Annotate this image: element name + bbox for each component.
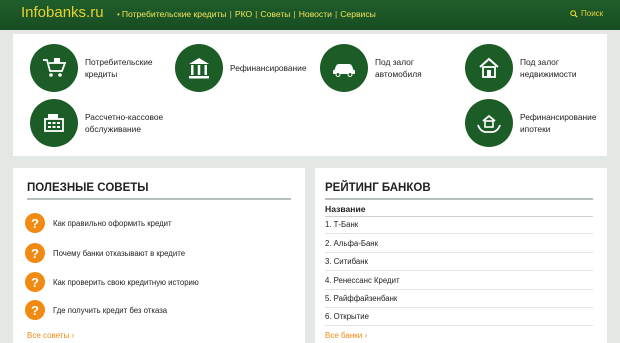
rating-row[interactable]: 6. Открытие xyxy=(325,312,593,326)
all-banks-link[interactable]: Все банки › xyxy=(325,331,367,340)
bank-rating-panel: РЕЙТИНГ БАНКОВ Название 1. Т-Банк 2. Аль… xyxy=(315,168,607,343)
nav-item-rko[interactable]: РКО xyxy=(235,9,252,19)
rating-row[interactable]: 1. Т-Банк xyxy=(325,220,593,234)
services-panel: Потребительские кредиты Рефинансирование … xyxy=(13,34,607,156)
rating-title: РЕЙТИНГ БАНКОВ xyxy=(325,182,431,194)
service-consumer-credits[interactable]: Потребительские кредиты xyxy=(30,44,153,92)
tips-panel: ПОЛЕЗНЫЕ СОВЕТЫ ? Как правильно оформить… xyxy=(13,168,305,343)
service-real-estate-loan[interactable]: Под залог недвижимости xyxy=(465,44,577,92)
nav-item-consumer-credits[interactable]: • Потребительские кредиты xyxy=(117,9,227,19)
rating-row[interactable]: 2. Альфа-Банк xyxy=(325,239,593,253)
question-icon: ? xyxy=(25,213,45,233)
service-cash-settlement[interactable]: Рассчетно-кассовое обслуживание xyxy=(30,99,163,147)
question-icon: ? xyxy=(25,300,45,320)
tip-item[interactable]: ? Где получить кредит без отказа xyxy=(25,300,167,320)
bank-icon xyxy=(175,44,223,92)
all-tips-link[interactable]: Все советы › xyxy=(27,331,74,340)
service-refinancing[interactable]: Рефинансирование xyxy=(175,44,307,92)
divider xyxy=(325,198,593,200)
house-hands-icon xyxy=(465,99,513,147)
search-icon xyxy=(570,9,578,18)
question-icon: ? xyxy=(25,243,45,263)
house-icon xyxy=(465,44,513,92)
nav-item-services[interactable]: Сервисы xyxy=(340,9,376,19)
question-icon: ? xyxy=(25,272,45,292)
rating-row[interactable]: 3. Ситибанк xyxy=(325,257,593,271)
nav-item-news[interactable]: Новости xyxy=(299,9,332,19)
tips-title: ПОЛЕЗНЫЕ СОВЕТЫ xyxy=(27,182,149,194)
main-nav: • Потребительские кредиты | РКО | Советы … xyxy=(117,9,376,19)
rating-row[interactable]: 5. Райффайзенбанк xyxy=(325,294,593,308)
search-label: Поиск xyxy=(581,9,604,18)
tip-item[interactable]: ? Как проверить свою кредитную историю xyxy=(25,272,199,292)
divider xyxy=(325,216,593,217)
cash-register-icon xyxy=(30,99,78,147)
divider xyxy=(27,198,291,200)
rating-column-header: Название xyxy=(325,204,366,214)
site-header: Infobanks.ru • Потребительские кредиты | … xyxy=(0,0,620,30)
site-logo[interactable]: Infobanks.ru xyxy=(21,4,104,21)
nav-item-tips[interactable]: Советы xyxy=(260,9,290,19)
search-link[interactable]: Поиск xyxy=(570,9,603,18)
tip-item[interactable]: ? Как правильно оформить кредит xyxy=(25,213,172,233)
service-car-loan[interactable]: Под залог автомобиля xyxy=(320,44,422,92)
cart-icon xyxy=(30,44,78,92)
car-icon xyxy=(320,44,368,92)
rating-row[interactable]: 4. Ренессанс Кредит xyxy=(325,276,593,290)
service-mortgage-refinancing[interactable]: Рефинансирование ипотеки xyxy=(465,99,597,147)
tip-item[interactable]: ? Почему банки отказывают в кредите xyxy=(25,243,185,263)
